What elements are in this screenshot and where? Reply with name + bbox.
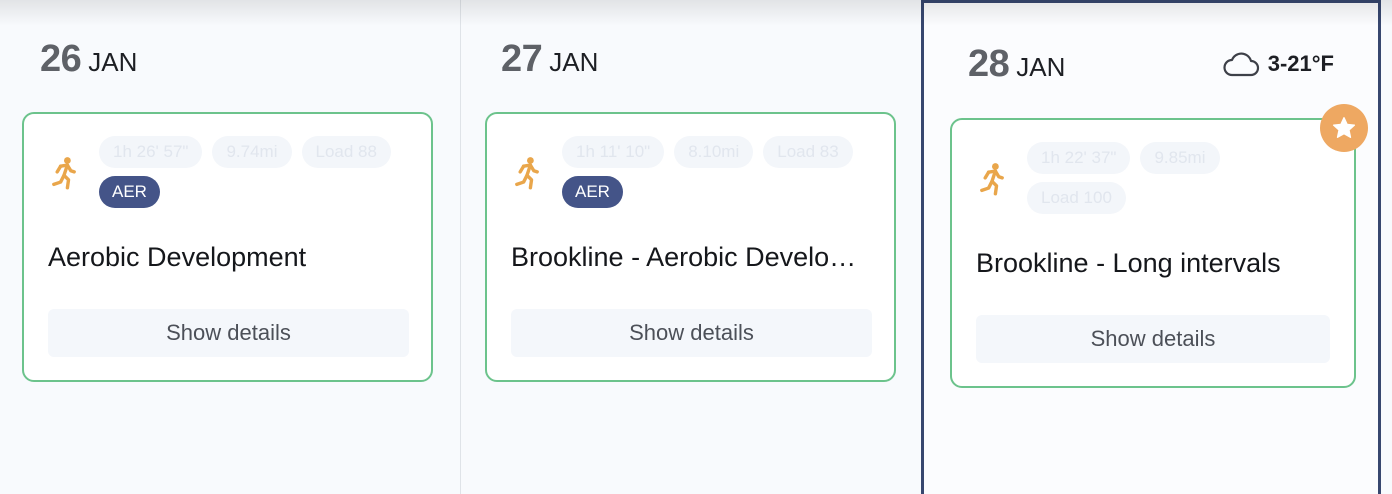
workout-title: Aerobic Development xyxy=(48,242,307,272)
load-chip: Load 100 xyxy=(1027,182,1126,214)
show-details-button[interactable]: Show details xyxy=(48,309,409,357)
load-chip: Load 88 xyxy=(301,136,391,168)
day-column-28-today: 28 JAN 3-21°F 1h 22' 37" 9.85mi Load 100… xyxy=(921,0,1381,494)
running-icon xyxy=(515,157,539,190)
day-number: 28 xyxy=(968,43,1010,85)
distance-chip: 9.85mi xyxy=(1140,142,1220,174)
running-icon xyxy=(52,157,76,190)
day-month: JAN xyxy=(1016,52,1066,82)
workout-card[interactable]: 1h 26' 57" 9.74mi Load 88 AER Aerobic De… xyxy=(22,112,433,382)
show-details-button[interactable]: Show details xyxy=(976,315,1330,363)
running-icon xyxy=(980,163,1004,196)
distance-chip: 9.74mi xyxy=(212,136,292,168)
day-header: 28 JAN xyxy=(968,43,1065,86)
day-month: JAN xyxy=(88,47,138,77)
day-column-26: 26 JAN 1h 26' 57" 9.74mi Load 88 AER Aer… xyxy=(0,0,459,494)
day-column-27: 27 JAN 1h 11' 10" 8.10mi Load 83 AER Bro… xyxy=(460,0,920,494)
workout-card[interactable]: 1h 11' 10" 8.10mi Load 83 AER Brookline … xyxy=(485,112,896,382)
day-month: JAN xyxy=(549,47,599,77)
day-header: 26 JAN xyxy=(40,38,137,81)
day-number: 26 xyxy=(40,38,82,80)
weather-forecast: 3-21°F xyxy=(1222,51,1334,77)
duration-chip: 1h 11' 10" xyxy=(562,136,665,168)
load-chip: Load 83 xyxy=(763,136,853,168)
star-icon xyxy=(1332,117,1356,138)
workout-type-badge: AER xyxy=(562,176,623,208)
distance-chip: 8.10mi xyxy=(674,136,754,168)
cloud-icon xyxy=(1223,52,1259,77)
workout-title: Brookline - Long intervals xyxy=(976,248,1281,278)
favorite-badge[interactable] xyxy=(1320,104,1368,152)
workout-title: Brookline - Aerobic Development xyxy=(511,242,871,272)
workout-stats: 1h 11' 10" 8.10mi Load 83 AER xyxy=(562,136,862,208)
show-details-button[interactable]: Show details xyxy=(511,309,872,357)
day-number: 27 xyxy=(501,38,543,80)
workout-type-badge: AER xyxy=(99,176,160,208)
calendar-week-board: 26 JAN 1h 26' 57" 9.74mi Load 88 AER Aer… xyxy=(0,0,1392,494)
workout-stats: 1h 22' 37" 9.85mi Load 100 xyxy=(1027,142,1327,214)
duration-chip: 1h 26' 57" xyxy=(99,136,203,168)
duration-chip: 1h 22' 37" xyxy=(1027,142,1131,174)
temperature-range: 3-21°F xyxy=(1267,51,1334,76)
workout-card[interactable]: 1h 22' 37" 9.85mi Load 100 Brookline - L… xyxy=(950,104,1368,388)
workout-stats: 1h 26' 57" 9.74mi Load 88 AER xyxy=(99,136,399,208)
day-header: 27 JAN xyxy=(501,38,598,81)
